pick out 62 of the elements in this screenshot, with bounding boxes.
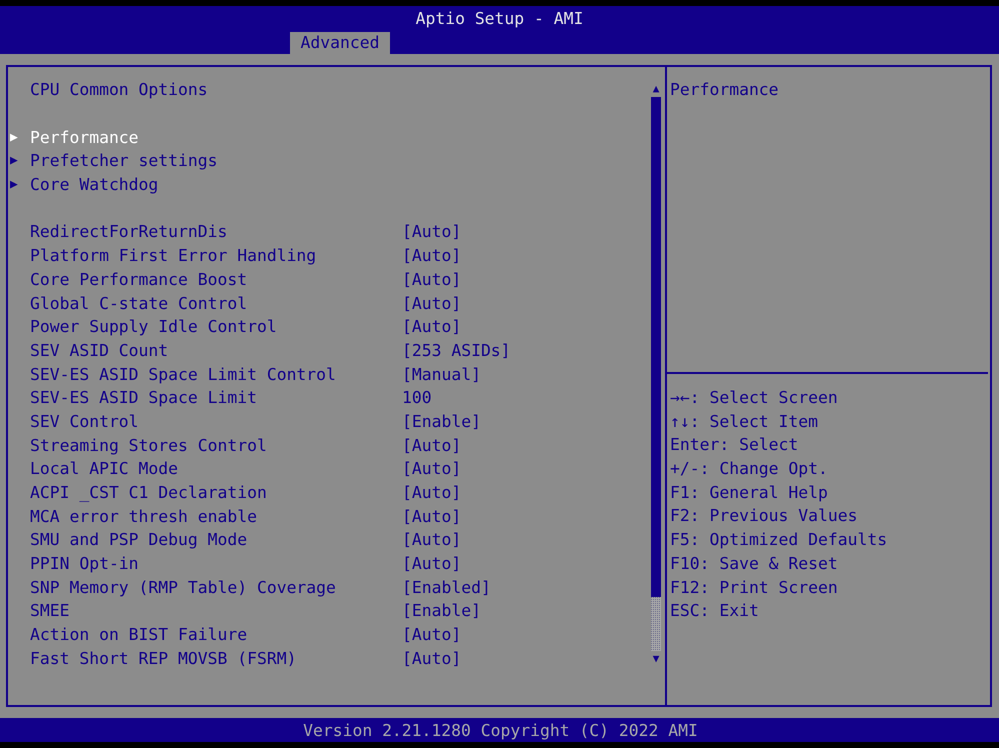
setting-value[interactable]: [Auto] xyxy=(402,436,462,455)
setting-value[interactable]: [Enable] xyxy=(402,601,481,620)
submenu-arrow-icon: ▶ xyxy=(8,177,30,192)
setting-label[interactable]: Core Performance Boost xyxy=(30,270,402,289)
submenu-item[interactable]: Performance xyxy=(30,128,139,147)
setting-value[interactable]: [Enabled] xyxy=(402,578,491,597)
setting-value[interactable]: 100 xyxy=(402,388,432,408)
key-hint: +/-: Change Opt. xyxy=(670,458,829,480)
tab[interactable]: Advanced xyxy=(290,32,390,54)
setting-label[interactable]: RedirectForReturnDis xyxy=(30,222,402,242)
setting-label[interactable]: Streaming Stores Control xyxy=(30,436,402,455)
setting-value[interactable]: [Auto] xyxy=(402,270,462,289)
setting-value[interactable]: [Enable] xyxy=(402,412,481,431)
scrollbar[interactable] xyxy=(651,97,661,651)
setting-value[interactable]: [Auto] xyxy=(402,294,462,313)
scroll-up-arrow[interactable]: ▲ xyxy=(652,81,660,97)
submenu-item[interactable]: Core Watchdog xyxy=(30,175,158,194)
setting-value[interactable]: [Auto] xyxy=(402,222,462,242)
submenu-arrow-icon: ▶ xyxy=(8,153,30,168)
window-title: Aptio Setup - AMI xyxy=(416,8,584,30)
submenu-item[interactable]: Prefetcher settings xyxy=(30,151,218,170)
setting-value[interactable]: [Auto] xyxy=(402,317,462,336)
key-hint: F10: Save & Reset xyxy=(670,552,839,575)
setting-label[interactable]: SMEE xyxy=(30,601,402,620)
setting-label[interactable]: MCA error thresh enable xyxy=(30,506,402,526)
key-hint: →←: Select Screen xyxy=(670,387,839,409)
setting-label[interactable]: ACPI _CST C1 Declaration xyxy=(30,483,402,502)
setting-value[interactable]: [Auto] xyxy=(402,483,462,502)
setting-label[interactable]: SEV ASID Count xyxy=(30,340,402,360)
setting-value[interactable]: [253 ASIDs] xyxy=(402,340,511,360)
setting-label[interactable]: SNP Memory (RMP Table) Coverage xyxy=(30,578,402,597)
setting-value[interactable]: [Auto] xyxy=(402,459,462,478)
setting-label[interactable]: Global C-state Control xyxy=(30,294,402,313)
setting-label[interactable]: Action on BIST Failure xyxy=(30,625,402,644)
setting-label[interactable]: SMU and PSP Debug Mode xyxy=(30,530,402,550)
key-hint: Enter: Select xyxy=(670,434,800,456)
setting-value[interactable]: [Auto] xyxy=(402,625,462,644)
key-hint: F2: Previous Values xyxy=(670,505,858,528)
key-hint: ESC: Exit xyxy=(670,600,760,622)
setting-label[interactable]: Platform First Error Handling xyxy=(30,246,402,266)
setting-label[interactable]: Power Supply Idle Control xyxy=(30,317,402,336)
setting-value[interactable]: [Manual] xyxy=(402,364,481,384)
setting-label[interactable]: SEV-ES ASID Space Limit xyxy=(30,388,402,408)
setting-label[interactable]: PPIN Opt-in xyxy=(30,554,402,574)
setting-label[interactable]: SEV-ES ASID Space Limit Control xyxy=(30,364,402,384)
key-hint: F5: Optimized Defaults xyxy=(670,529,888,552)
setting-value[interactable]: [Auto] xyxy=(402,506,462,526)
page-title: CPU Common Options xyxy=(30,80,208,100)
help-description: Performance xyxy=(670,80,779,99)
key-hint: ↑↓: Select Item xyxy=(670,410,820,433)
scroll-down-arrow[interactable]: ▼ xyxy=(652,651,660,667)
key-hint: F1: General Help xyxy=(670,482,829,504)
setting-label[interactable]: SEV Control xyxy=(30,412,402,431)
setting-label[interactable]: Fast Short REP MOVSB (FSRM) xyxy=(30,648,402,668)
submenu-arrow-icon: ▶ xyxy=(8,130,30,145)
key-hint: F12: Print Screen xyxy=(670,576,839,598)
setting-value[interactable]: [Auto] xyxy=(402,246,462,266)
setting-label[interactable]: Local APIC Mode xyxy=(30,459,402,478)
setting-value[interactable]: [Auto] xyxy=(402,648,462,668)
setting-value[interactable]: [Auto] xyxy=(402,554,462,574)
version-text: Version 2.21.1280 Copyright (C) 2022 AMI xyxy=(302,720,698,740)
setting-value[interactable]: [Auto] xyxy=(402,530,462,550)
